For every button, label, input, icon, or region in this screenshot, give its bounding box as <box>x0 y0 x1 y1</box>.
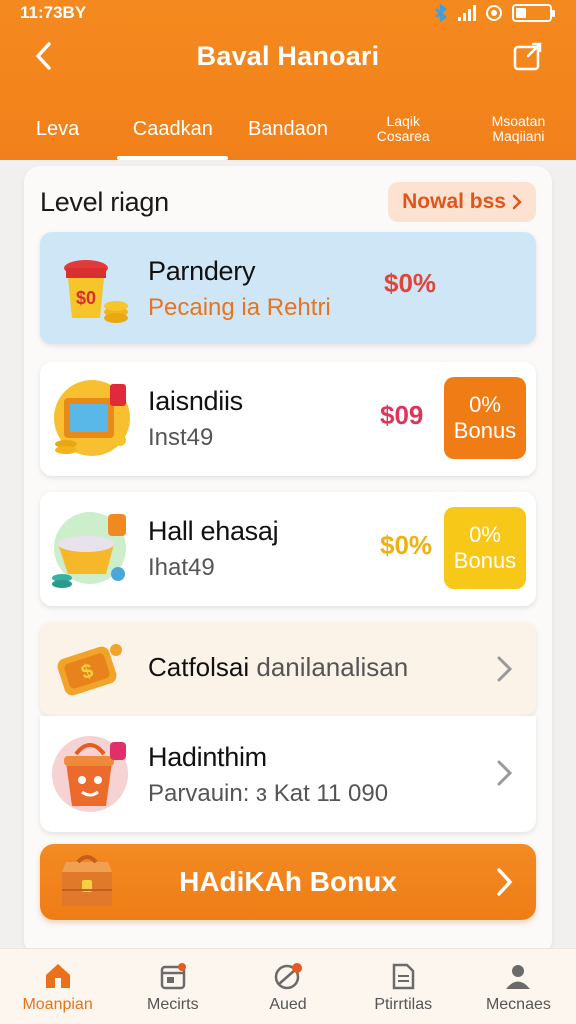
nav-item-0[interactable]: Moanpian <box>0 949 115 1024</box>
main-panel: Level riagn Nowal bss $0 Parndery Pecain… <box>24 166 552 956</box>
share-icon <box>513 42 542 71</box>
tab-1[interactable]: Caadkan <box>115 98 230 160</box>
list-item[interactable]: $ Catfolsai danilanalisan <box>40 622 536 716</box>
title-bar: Baval Hanoari <box>0 30 576 82</box>
chevron-right-icon <box>497 868 513 896</box>
share-button[interactable] <box>510 38 546 74</box>
card-title: Parndery <box>148 256 256 286</box>
card-subtitle: danilanalisan <box>256 652 409 682</box>
card-percent: $09 <box>380 400 424 430</box>
level-card[interactable]: Hall ehasaj Ihat49 $0% 0% Bonus <box>40 492 536 606</box>
category-tabs: Leva Caadkan Bandaon Laqik Cosarea Msoatan M… <box>0 98 576 160</box>
ball-icon <box>274 962 302 989</box>
calendar-icon <box>160 962 186 989</box>
card-title: Iaisndiis <box>148 386 243 416</box>
nav-item-label: Mecnaes <box>485 995 551 1013</box>
wifi-icon <box>486 5 502 21</box>
bonus-percent: 0% <box>469 521 501 547</box>
card-subtitle: Parvauin: ɜ Kat 11 090 <box>148 780 389 807</box>
card-subtitle: Inst49 <box>148 424 214 451</box>
bottom-navigation: Moanpian Mecirts Aued Ptirrtilas Mecnaes <box>0 948 576 1024</box>
card-subtitle: Pecaing ia Rehtri <box>148 294 331 321</box>
nav-item-label: Ptirrtilas <box>374 995 433 1013</box>
cup-coins-icon: $0 <box>64 260 128 323</box>
bonus-label: Bonus <box>453 418 517 443</box>
section-header: Level riagn Nowal bss <box>40 182 536 222</box>
bucket-icon <box>52 736 128 812</box>
list-item-text: Catfolsai danilanalisan <box>148 652 408 683</box>
card-percent: $0% <box>384 268 437 298</box>
battery-icon <box>512 4 555 22</box>
bluetooth-icon <box>435 4 447 22</box>
page-title: Baval Hanoari <box>196 40 380 71</box>
nav-item-label: Mecirts <box>147 995 199 1013</box>
level-card[interactable]: $0 Parndery Pecaing ia Rehtri $0% <box>40 232 536 344</box>
profile-icon <box>506 964 531 989</box>
bowl-icon <box>52 512 126 588</box>
tv-coins-icon <box>54 380 130 456</box>
tab-0[interactable]: Leva <box>0 98 115 160</box>
nav-item-label: Aued <box>269 995 307 1013</box>
signal-icon <box>458 5 476 21</box>
bonus-percent: 0% <box>469 391 501 417</box>
chevron-right-icon <box>512 194 522 210</box>
section-action-label: Nowal bss <box>402 190 506 213</box>
bonus-cta-button[interactable]: HAdiKAh Bonux <box>40 844 536 920</box>
tab-2[interactable]: Bandaon <box>230 98 345 160</box>
level-card[interactable]: Iaisndiis Inst49 $09 0% Bonus <box>40 362 536 476</box>
chevron-left-icon <box>36 42 51 70</box>
chevron-right-icon <box>497 760 513 786</box>
home-icon <box>45 963 70 988</box>
document-icon <box>392 963 415 989</box>
nav-item-2[interactable]: Aued <box>230 949 345 1024</box>
bonus-button[interactable]: 0% Bonus <box>444 507 526 589</box>
section-title: Level riagn <box>40 186 169 217</box>
card-subtitle: Ihat49 <box>148 554 215 581</box>
cta-label: HAdiKAh Bonux <box>179 866 397 897</box>
status-bar: 11:73BY <box>0 0 576 26</box>
nav-item-3[interactable]: Ptirrtilas <box>346 949 461 1024</box>
status-time: 11:73BY <box>20 3 87 22</box>
svg-text:$0: $0 <box>76 288 96 308</box>
nav-item-label: Moanpian <box>22 995 93 1013</box>
bonus-label: Bonus <box>453 548 517 573</box>
section-action-button[interactable]: Nowal bss <box>388 182 536 222</box>
tag-icon: $ <box>57 644 122 696</box>
list-item[interactable]: Hadinthim Parvauin: ɜ Kat 11 090 <box>40 716 536 832</box>
tab-4[interactable]: Msoatan Maqiiani <box>461 98 576 160</box>
nav-item-1[interactable]: Mecirts <box>115 949 230 1024</box>
card-title: Hadinthim <box>148 742 267 772</box>
card-percent: $0% <box>380 530 433 560</box>
card-title: Hall ehasaj <box>148 516 279 546</box>
app-header: 11:73BY Baval Hanoari Leva Caadkan Banda… <box>0 0 576 160</box>
status-icons <box>432 4 555 22</box>
tab-3[interactable]: Laqik Cosarea <box>346 98 461 160</box>
card-title: Catfolsai <box>148 652 250 682</box>
bonus-button[interactable]: 0% Bonus <box>444 377 526 459</box>
nav-item-4[interactable]: Mecnaes <box>461 949 576 1024</box>
chevron-right-icon <box>497 656 513 682</box>
back-button[interactable] <box>26 38 62 74</box>
